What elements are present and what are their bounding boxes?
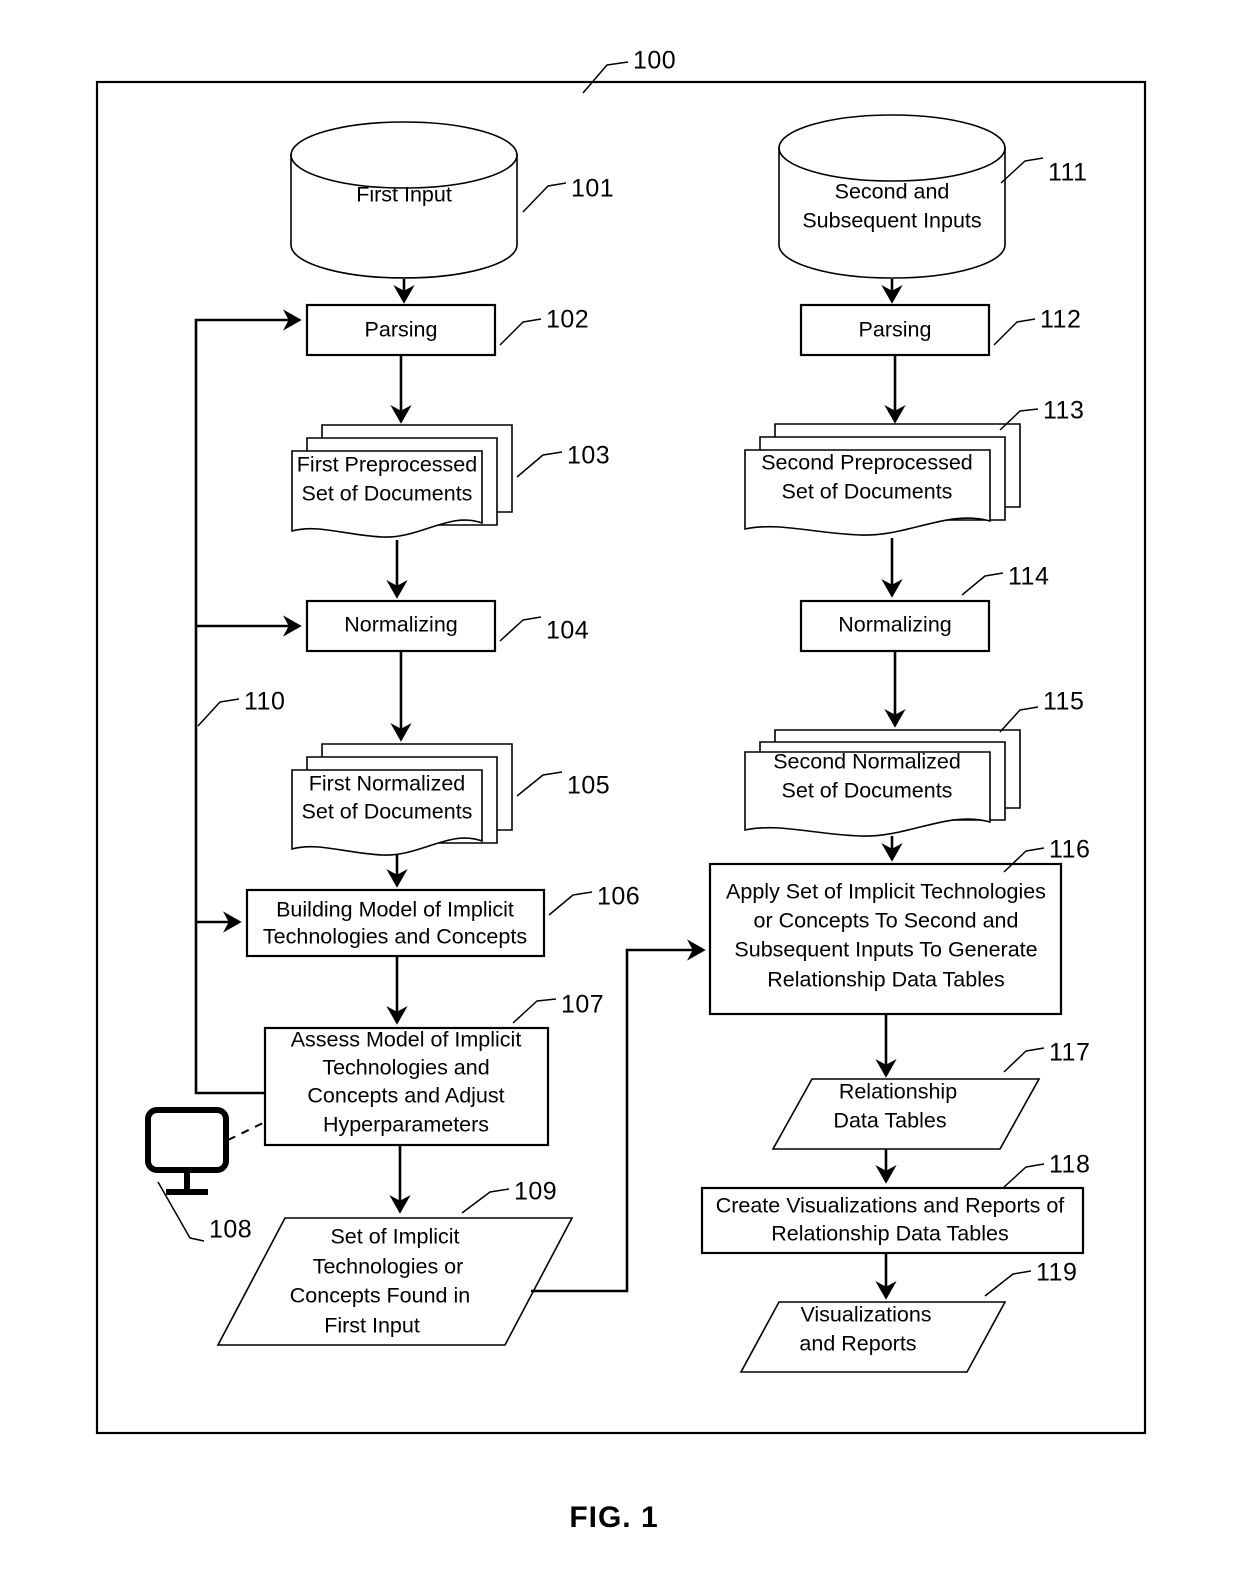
ref-number-114: 114 (1008, 563, 1049, 591)
ref-number-115: 115 (1043, 688, 1084, 716)
node-second-preprocessed-docs: Second Preprocessed Set of Documents (744, 423, 1021, 536)
ref-number-116: 116 (1049, 836, 1090, 864)
node-second-inputs: Second and Subsequent Inputs (778, 114, 1006, 279)
node-first-preprocessed-docs: First Preprocessed Set of Documents (291, 424, 513, 538)
ref-number-113: 113 (1043, 397, 1084, 425)
node-label-109-line3: Concepts Found in (290, 1284, 470, 1308)
ref-number-119: 119 (1036, 1259, 1077, 1287)
node-label-107-line2: Technologies and (322, 1056, 489, 1080)
node-label-109-line2: Technologies or (313, 1255, 464, 1279)
node-label-113-line1: Second Preprocessed (761, 451, 973, 475)
node-assess-model: Assess Model of Implicit Technologies an… (263, 1026, 550, 1147)
figure-caption: FIG. 1 (569, 1501, 658, 1534)
node-label-113-line2: Set of Documents (782, 480, 953, 504)
node-relationship-data-tables: Relationship Data Tables (771, 1078, 1041, 1150)
node-label-116-line3: Subsequent Inputs To Generate (734, 938, 1037, 962)
node-apply-implicit-set: Apply Set of Implicit Technologies or Co… (708, 862, 1063, 1016)
node-label-118-line1: Create Visualizations and Reports of (716, 1194, 1065, 1218)
node-label-101: First Input (356, 183, 452, 207)
ref-number-111: 111 (1048, 159, 1088, 187)
node-label-119-line2: and Reports (799, 1332, 916, 1356)
node-label-119-line1: Visualizations (800, 1303, 931, 1327)
node-label-104: Normalizing (344, 613, 458, 637)
ref-number-100: 100 (633, 47, 676, 75)
node-label-105-line2: Set of Documents (302, 800, 473, 824)
ref-number-105: 105 (567, 772, 610, 800)
node-label-109-line4: First Input (324, 1314, 420, 1338)
node-label-114: Normalizing (838, 613, 952, 637)
node-label-107-line1: Assess Model of Implicit (291, 1028, 522, 1052)
node-label-102: Parsing (365, 318, 438, 342)
node-label-109-line1: Set of Implicit (330, 1225, 459, 1249)
flowchart-diagram: 100 First Input 101 Parsing 102 First Pr… (95, 47, 1147, 1534)
ref-number-104: 104 (546, 617, 589, 645)
node-label-117-line1: Relationship (839, 1080, 957, 1104)
node-parsing-first: Parsing (305, 303, 497, 357)
node-label-111-line2: Subsequent Inputs (802, 209, 981, 233)
node-label-106-line1: Building Model of Implicit (276, 898, 514, 922)
ref-number-109: 109 (514, 1178, 557, 1206)
node-label-115-line2: Set of Documents (782, 779, 953, 803)
node-label-112: Parsing (859, 318, 932, 342)
node-label-106-line2: Technologies and Concepts (263, 925, 527, 949)
node-label-116-line1: Apply Set of Implicit Technologies (726, 880, 1046, 904)
ref-number-117: 117 (1049, 1039, 1090, 1067)
node-parsing-second: Parsing (799, 303, 991, 357)
node-label-117-line2: Data Tables (833, 1109, 946, 1133)
node-label-115-line1: Second Normalized (773, 750, 961, 774)
node-label-116-line4: Relationship Data Tables (767, 968, 1004, 992)
node-normalizing-first: Normalizing (305, 599, 497, 653)
node-label-107-line4: Hyperparameters (323, 1113, 489, 1137)
patent-figure: 100 First Input 101 Parsing 102 First Pr… (0, 0, 1240, 1590)
ref-number-103: 103 (567, 442, 610, 470)
ref-number-112: 112 (1040, 306, 1081, 334)
node-label-105-line1: First Normalized (309, 772, 466, 796)
node-label-103-line2: Set of Documents (302, 482, 473, 506)
ref-number-107: 107 (561, 991, 604, 1019)
node-label-103-line1: First Preprocessed (297, 453, 477, 477)
node-label-118-line2: Relationship Data Tables (771, 1222, 1008, 1246)
node-normalizing-second: Normalizing (799, 599, 991, 653)
node-first-input: First Input (290, 121, 518, 279)
node-label-107-line3: Concepts and Adjust (307, 1084, 504, 1108)
ref-number-106: 106 (597, 883, 640, 911)
node-visualizations-reports: Visualizations and Reports (739, 1301, 1007, 1373)
ref-number-102: 102 (546, 306, 589, 334)
ref-number-110: 110 (244, 688, 285, 716)
ref-number-108: 108 (209, 1216, 252, 1244)
ref-number-118: 118 (1049, 1151, 1090, 1179)
ref-number-101: 101 (571, 175, 614, 203)
node-second-normalized-docs: Second Normalized Set of Documents (744, 729, 1021, 837)
node-label-116-line2: or Concepts To Second and (754, 909, 1019, 933)
node-label-111-line1: Second and (835, 180, 950, 204)
node-first-normalized-docs: First Normalized Set of Documents (291, 743, 513, 856)
node-building-model: Building Model of Implicit Technologies … (245, 888, 546, 958)
node-create-visualizations: Create Visualizations and Reports of Rel… (700, 1186, 1085, 1255)
